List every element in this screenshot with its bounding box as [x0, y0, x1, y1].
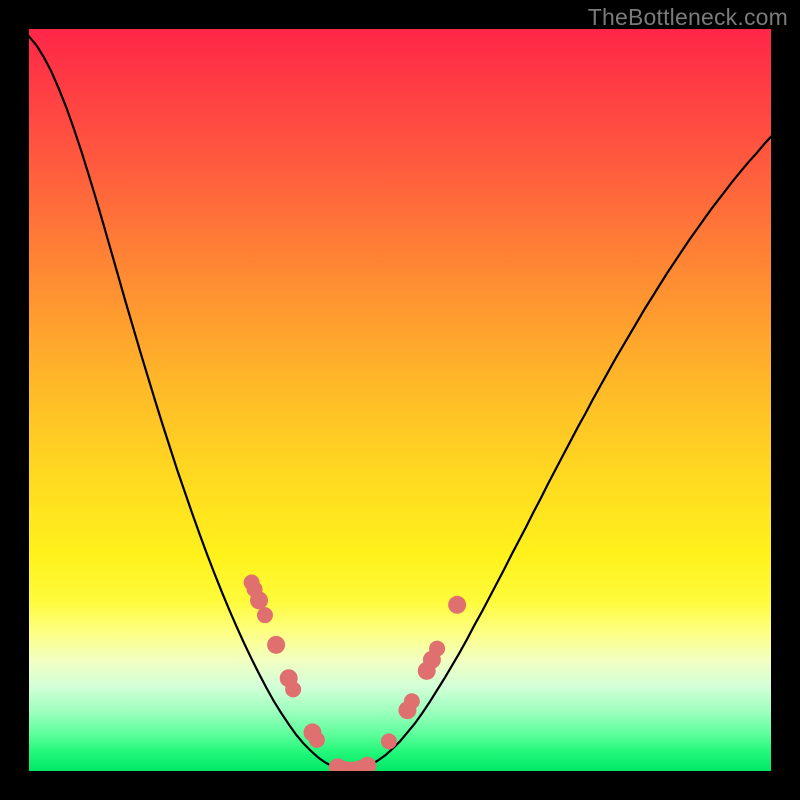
- bottleneck-curve: [29, 36, 771, 769]
- data-marker: [257, 607, 273, 623]
- data-marker: [267, 636, 285, 654]
- chart-svg: [29, 29, 771, 771]
- data-marker: [358, 757, 376, 771]
- marker-group: [244, 575, 467, 771]
- data-marker: [285, 681, 301, 697]
- data-marker: [250, 591, 268, 609]
- chart-frame: [29, 29, 771, 771]
- data-marker: [448, 596, 466, 614]
- data-marker: [381, 733, 397, 749]
- data-marker: [404, 693, 420, 709]
- data-marker: [429, 641, 445, 657]
- watermark-text: TheBottleneck.com: [588, 4, 788, 31]
- data-marker: [309, 732, 325, 748]
